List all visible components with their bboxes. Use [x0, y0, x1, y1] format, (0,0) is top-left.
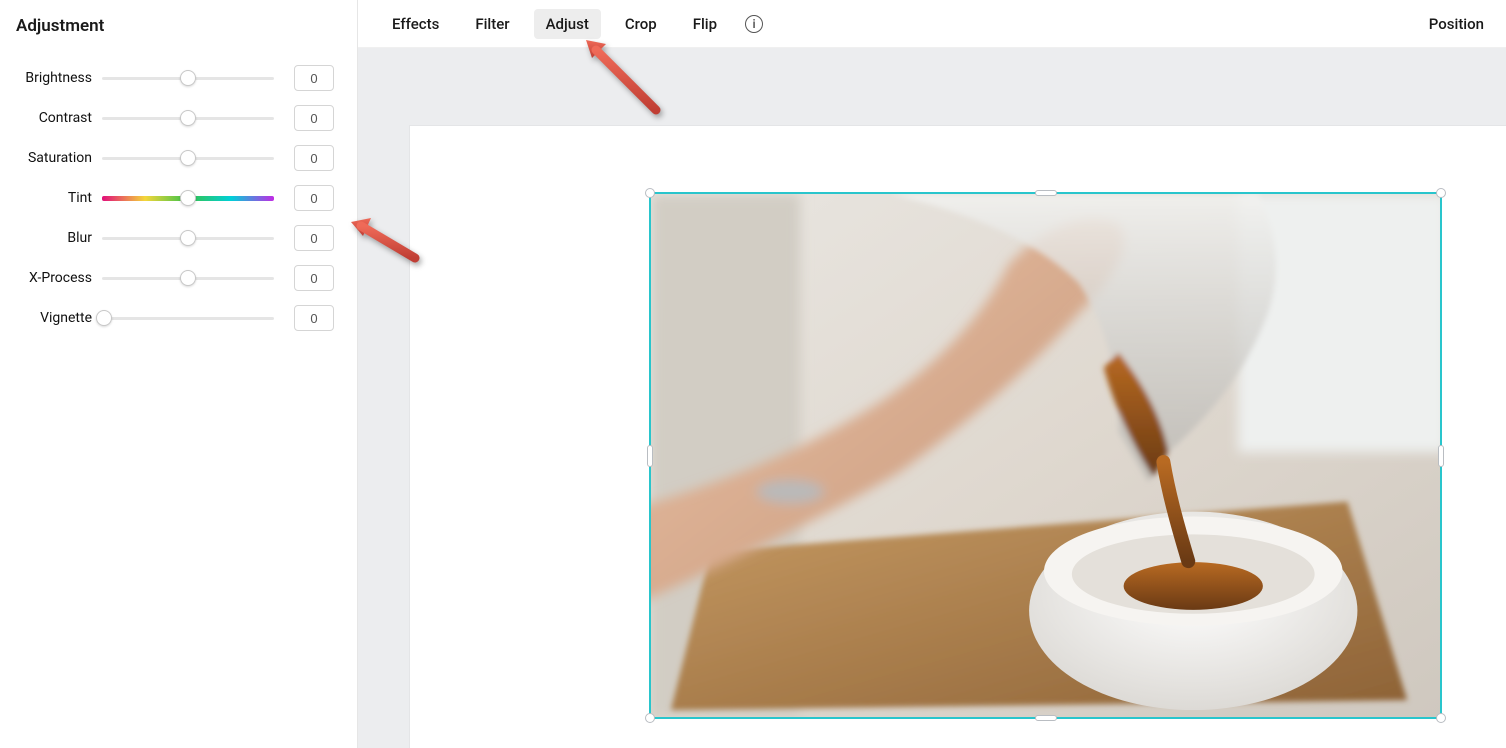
resize-handle-bottom[interactable] [1035, 715, 1057, 721]
adj-row-contrast: Contrast [14, 98, 343, 138]
slider-thumb[interactable] [180, 190, 196, 206]
resize-handle-left[interactable] [647, 445, 653, 467]
slider-xprocess[interactable] [102, 268, 274, 288]
selected-image[interactable] [649, 192, 1442, 719]
main-area: Effects Filter Adjust Crop Flip i Positi… [358, 0, 1506, 748]
slider-thumb[interactable] [180, 110, 196, 126]
slider-thumb[interactable] [180, 150, 196, 166]
value-contrast[interactable] [294, 105, 334, 131]
value-xprocess[interactable] [294, 265, 334, 291]
info-icon[interactable]: i [745, 15, 763, 33]
adj-row-vignette: Vignette [14, 298, 343, 338]
value-vignette[interactable] [294, 305, 334, 331]
value-brightness[interactable] [294, 65, 334, 91]
adjustment-panel: Adjustment Brightness Contrast Saturatio… [0, 0, 358, 748]
toolbar-item-filter[interactable]: Filter [463, 9, 521, 39]
slider-blur[interactable] [102, 228, 274, 248]
slider-saturation[interactable] [102, 148, 274, 168]
value-blur[interactable] [294, 225, 334, 251]
adj-row-saturation: Saturation [14, 138, 343, 178]
adj-label-xprocess: X-Process [14, 270, 102, 286]
canvas-area[interactable] [358, 48, 1506, 748]
adj-label-tint: Tint [14, 190, 102, 206]
toolbar-item-effects[interactable]: Effects [380, 9, 451, 39]
toolbar-item-crop[interactable]: Crop [613, 9, 669, 39]
toolbar-item-flip[interactable]: Flip [681, 9, 729, 39]
adj-row-xprocess: X-Process [14, 258, 343, 298]
value-saturation[interactable] [294, 145, 334, 171]
adj-row-tint: Tint [14, 178, 343, 218]
resize-handle-tr[interactable] [1436, 188, 1446, 198]
slider-brightness[interactable] [102, 68, 274, 88]
resize-handle-bl[interactable] [645, 713, 655, 723]
value-tint[interactable] [294, 185, 334, 211]
photo-content [651, 194, 1440, 717]
adj-row-brightness: Brightness [14, 58, 343, 98]
adj-label-vignette: Vignette [14, 310, 102, 326]
adj-label-saturation: Saturation [14, 150, 102, 166]
resize-handle-br[interactable] [1436, 713, 1446, 723]
adj-row-blur: Blur [14, 218, 343, 258]
adjustment-panel-title: Adjustment [16, 16, 343, 36]
resize-handle-right[interactable] [1438, 445, 1444, 467]
slider-tint[interactable] [102, 188, 274, 208]
adj-label-brightness: Brightness [14, 70, 102, 86]
slider-contrast[interactable] [102, 108, 274, 128]
toolbar-item-adjust[interactable]: Adjust [534, 9, 601, 39]
resize-handle-top[interactable] [1035, 190, 1057, 196]
resize-handle-tl[interactable] [645, 188, 655, 198]
adj-label-contrast: Contrast [14, 110, 102, 126]
adj-label-blur: Blur [14, 230, 102, 246]
slider-vignette[interactable] [102, 308, 274, 328]
slider-thumb[interactable] [180, 230, 196, 246]
top-toolbar: Effects Filter Adjust Crop Flip i Positi… [358, 0, 1506, 48]
slider-thumb[interactable] [96, 310, 112, 326]
slider-thumb[interactable] [180, 70, 196, 86]
toolbar-item-position[interactable]: Position [1429, 15, 1484, 33]
slider-thumb[interactable] [180, 270, 196, 286]
